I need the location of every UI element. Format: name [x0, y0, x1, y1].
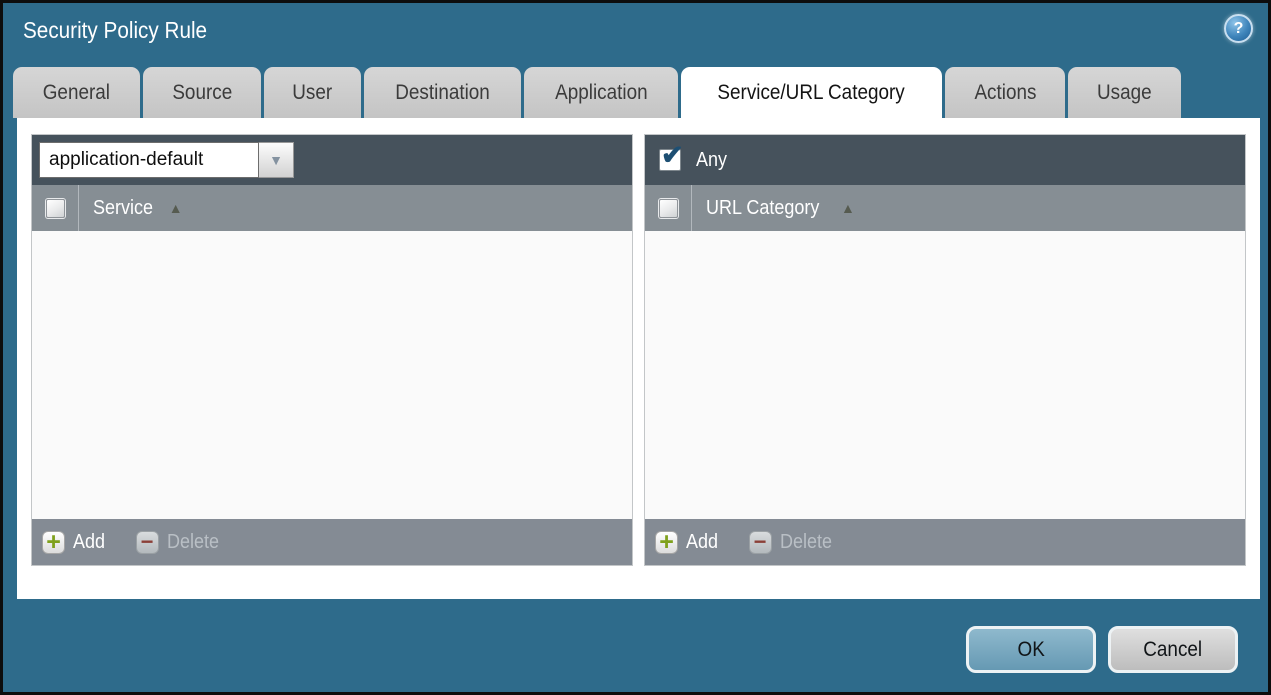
- tab-general-label: General: [42, 80, 110, 104]
- service-panel: application-default ▼ Service ▲ + Add − …: [31, 134, 633, 566]
- tab-actions[interactable]: Actions: [944, 67, 1066, 118]
- add-icon-glyph: +: [46, 527, 61, 556]
- url-category-select-all-checkbox[interactable]: [658, 198, 678, 218]
- url-category-list: [645, 231, 1245, 519]
- tab-bar: General Source User Destination Applicat…: [13, 67, 1182, 118]
- service-add-label: Add: [73, 530, 106, 553]
- service-delete-button[interactable]: − Delete: [135, 529, 225, 554]
- delete-icon-glyph: −: [140, 529, 154, 554]
- service-column-header-row: Service ▲: [32, 185, 632, 231]
- url-category-add-label: Add: [686, 530, 719, 553]
- add-icon: +: [655, 527, 678, 556]
- service-column-header[interactable]: Service ▲: [93, 197, 183, 220]
- url-category-delete-button[interactable]: − Delete: [748, 529, 838, 554]
- cancel-button[interactable]: Cancel: [1108, 626, 1238, 673]
- help-icon-glyph: ?: [1233, 19, 1244, 37]
- tab-actions-label: Actions: [973, 80, 1036, 104]
- service-panel-toolbar: application-default ▼: [32, 135, 632, 185]
- tab-service-url-category-label: Service/URL Category: [717, 80, 906, 104]
- service-add-button[interactable]: + Add: [42, 527, 109, 556]
- url-category-delete-label: Delete: [779, 530, 832, 553]
- url-category-panel-footer: + Add − Delete: [645, 519, 1245, 565]
- tab-usage-label: Usage: [1097, 80, 1153, 104]
- service-select-all-cell: [32, 185, 79, 231]
- service-list: [32, 231, 632, 519]
- chevron-down-icon: ▼: [269, 152, 283, 168]
- delete-icon: −: [135, 529, 159, 554]
- sort-ascending-icon: ▲: [840, 200, 855, 216]
- tab-user[interactable]: User: [264, 67, 361, 118]
- url-category-add-button[interactable]: + Add: [655, 527, 722, 556]
- url-category-select-all-cell: [645, 185, 692, 231]
- ok-button[interactable]: OK: [966, 626, 1096, 673]
- url-category-panel-toolbar: ✔ Any: [645, 135, 1245, 185]
- add-icon: +: [42, 527, 65, 556]
- url-category-any-checkbox[interactable]: ✔: [659, 140, 684, 171]
- dialog-title-text: Security Policy Rule: [23, 17, 208, 43]
- tab-source[interactable]: Source: [142, 67, 262, 118]
- tab-destination[interactable]: Destination: [363, 67, 521, 118]
- service-column-header-label: Service: [93, 196, 154, 219]
- url-category-panel: ✔ Any URL Category ▲ + Add − Delete: [644, 134, 1246, 566]
- security-policy-rule-dialog: Security Policy Rule ? General Source Us…: [0, 0, 1271, 695]
- tab-application[interactable]: Application: [523, 67, 679, 118]
- help-icon[interactable]: ?: [1224, 14, 1253, 43]
- service-panel-footer: + Add − Delete: [32, 519, 632, 565]
- tab-usage[interactable]: Usage: [1068, 67, 1182, 118]
- url-category-any-label: Any: [696, 148, 728, 171]
- service-delete-label: Delete: [166, 530, 219, 553]
- url-category-column-header-label: URL Category: [706, 196, 820, 219]
- service-type-dropdown-button[interactable]: ▼: [259, 142, 294, 178]
- ok-button-label: OK: [1017, 637, 1045, 661]
- service-type-selected-value: application-default: [49, 149, 204, 170]
- tab-general[interactable]: General: [13, 67, 140, 118]
- tab-destination-label: Destination: [394, 80, 490, 104]
- tab-source-label: Source: [172, 80, 232, 104]
- service-type-select[interactable]: application-default: [39, 142, 259, 178]
- delete-icon: −: [748, 529, 772, 554]
- delete-icon-glyph: −: [753, 529, 767, 554]
- tab-content-area: application-default ▼ Service ▲ + Add − …: [17, 118, 1260, 599]
- tab-user-label: User: [292, 80, 333, 104]
- sort-ascending-icon: ▲: [168, 200, 183, 216]
- url-category-column-header[interactable]: URL Category ▲: [706, 197, 855, 220]
- url-category-column-header-row: URL Category ▲: [645, 185, 1245, 231]
- add-icon-glyph: +: [659, 527, 674, 556]
- service-select-all-checkbox[interactable]: [45, 198, 65, 218]
- tab-application-label: Application: [554, 80, 648, 104]
- dialog-title: Security Policy Rule: [23, 17, 228, 44]
- cancel-button-label: Cancel: [1143, 637, 1203, 661]
- tab-service-url-category[interactable]: Service/URL Category: [681, 67, 942, 118]
- panels-container: application-default ▼ Service ▲ + Add − …: [17, 118, 1260, 566]
- checkmark-icon: ✔: [661, 140, 684, 170]
